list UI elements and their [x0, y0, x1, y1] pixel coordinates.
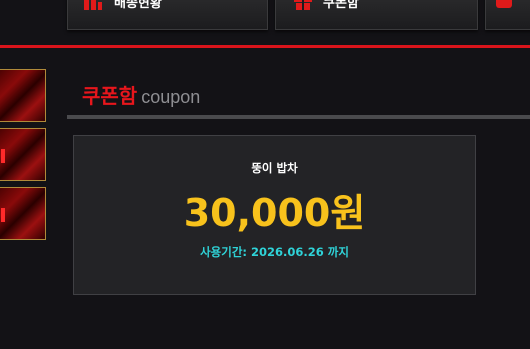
tab-coupon[interactable]: 쿠폰함 — [275, 0, 478, 30]
page-title: 쿠폰함 coupon — [82, 80, 200, 109]
title-divider — [67, 115, 530, 119]
page-title-korean: 쿠폰함 — [82, 84, 138, 108]
thumbnail-marker — [1, 149, 5, 163]
thumbnail-marker — [1, 208, 5, 222]
tab-delivery-status[interactable]: 배송현황 — [67, 0, 268, 30]
top-navigation: 배송현황 쿠폰함 — [0, 0, 530, 36]
coupon-expiry: 사용기간: 2026.06.26 까지 — [200, 245, 349, 259]
red-square-icon — [496, 0, 512, 8]
tab-label: 배송현황 — [114, 0, 162, 10]
coupon-card[interactable]: 뚱이 밥차 30,000원 사용기간: 2026.06.26 까지 — [73, 135, 476, 295]
page-title-english: coupon — [141, 87, 201, 107]
tab-label: 쿠폰함 — [323, 0, 359, 10]
sidebar-thumbnail[interactable] — [0, 128, 46, 181]
nav-divider — [0, 45, 530, 48]
sidebar-thumbnail[interactable] — [0, 69, 46, 122]
gift-icon — [294, 0, 312, 10]
sidebar-thumbnail[interactable] — [0, 187, 46, 240]
tab-more[interactable] — [485, 0, 530, 30]
bar-chart-icon — [84, 0, 102, 10]
coupon-amount: 30,000원 — [183, 191, 366, 235]
coupon-name: 뚱이 밥차 — [251, 161, 298, 175]
